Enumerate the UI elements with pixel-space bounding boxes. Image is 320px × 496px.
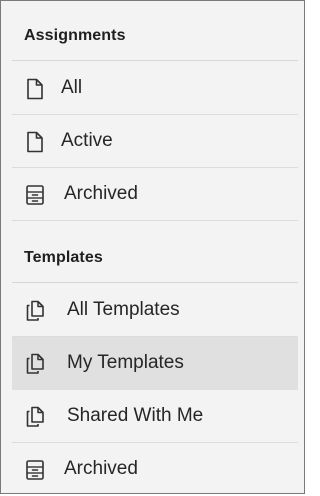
nav-item-all-templates[interactable]: All Templates <box>12 284 298 337</box>
copy-icon <box>26 353 44 374</box>
file-icon <box>27 131 43 153</box>
nav-item-archived-templates[interactable]: Archived <box>12 443 298 496</box>
section-header-templates: Templates <box>12 235 298 283</box>
section-title-assignments: Assignments <box>24 27 126 44</box>
nav-item-archived-assignments[interactable]: Archived <box>12 168 298 221</box>
navigation-panel: Assignments All Active Archived Template… <box>0 0 305 494</box>
nav-item-active[interactable]: Active <box>12 115 298 168</box>
nav-item-active-label: Active <box>61 130 113 151</box>
nav-item-shared-with-me[interactable]: Shared With Me <box>12 390 298 443</box>
section-header-assignments: Assignments <box>12 13 298 61</box>
nav-item-all[interactable]: All <box>12 62 298 115</box>
nav-item-shared-with-me-label: Shared With Me <box>67 405 204 426</box>
section-title-templates: Templates <box>24 249 103 266</box>
file-icon <box>27 78 43 100</box>
nav-item-my-templates[interactable]: My Templates <box>12 337 298 390</box>
nav-item-archived-label: Archived <box>64 183 138 204</box>
nav-item-my-templates-label: My Templates <box>67 352 184 373</box>
nav-item-archived-templates-label: Archived <box>64 458 138 479</box>
copy-icon <box>26 406 44 427</box>
archive-icon <box>26 185 44 205</box>
copy-icon <box>26 300 44 321</box>
archive-icon <box>26 460 44 480</box>
nav-item-all-label: All <box>61 77 83 98</box>
nav-item-all-templates-label: All Templates <box>67 299 180 320</box>
